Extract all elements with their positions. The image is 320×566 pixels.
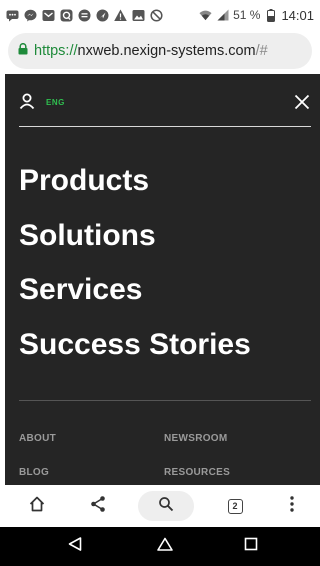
clock: 14:01: [281, 7, 314, 23]
lock-icon: [18, 43, 28, 59]
url-path: /#: [255, 43, 268, 59]
messenger-icon: [24, 9, 37, 22]
navigation-icon: [96, 9, 109, 22]
message-icon: [78, 9, 91, 22]
notification-icons: [6, 8, 163, 22]
language-switch[interactable]: ENG: [46, 98, 65, 107]
link-resources[interactable]: RESOURCES: [164, 467, 230, 478]
back-icon: [67, 536, 83, 557]
back-button[interactable]: [60, 527, 90, 566]
home-nav-button[interactable]: [150, 527, 180, 566]
menu-item-products[interactable]: Products: [19, 154, 251, 209]
image-icon: [132, 9, 145, 22]
wifi-icon: [199, 9, 212, 22]
link-about[interactable]: ABOUT: [19, 433, 56, 444]
url-text: https://nxweb.nexign-systems.com/#: [34, 43, 268, 59]
menu-items: Products Solutions Services Success Stor…: [19, 154, 251, 372]
user-icon[interactable]: [19, 93, 35, 110]
signal-icon: [216, 9, 229, 22]
warning-icon: [114, 9, 127, 22]
url-host: nxweb.nexign-systems.com: [77, 43, 256, 59]
close-icon[interactable]: [294, 94, 310, 110]
home-nav-icon: [156, 536, 174, 557]
mail-icon: [42, 9, 55, 22]
menu-item-success-stories[interactable]: Success Stories: [19, 318, 251, 373]
home-button[interactable]: [22, 485, 52, 527]
url-scheme: https://: [34, 43, 78, 59]
search-icon: [158, 496, 174, 517]
battery-percent: 51 %: [233, 8, 261, 22]
menu-item-solutions[interactable]: Solutions: [19, 209, 251, 264]
search-button[interactable]: [138, 491, 194, 521]
share-button[interactable]: [83, 485, 113, 527]
blocked-icon: [150, 8, 163, 22]
more-vertical-icon: [290, 495, 294, 517]
more-options-button[interactable]: [282, 485, 302, 527]
address-bar[interactable]: https://nxweb.nexign-systems.com/#: [8, 33, 312, 69]
menu-item-services[interactable]: Services: [19, 263, 251, 318]
browser-toolbar: 2: [0, 485, 320, 527]
home-icon: [28, 495, 46, 518]
status-indicators: 51 % 14:01: [199, 8, 314, 23]
link-blog[interactable]: BLOG: [19, 467, 49, 478]
tab-count: 2: [227, 498, 243, 514]
chat-icon: [6, 9, 19, 22]
menu-divider: [19, 126, 311, 127]
address-bar-container: https://nxweb.nexign-systems.com/#: [0, 30, 320, 72]
link-newsroom[interactable]: NEWSROOM: [164, 433, 228, 444]
recents-icon: [244, 537, 258, 556]
recents-button[interactable]: [236, 527, 266, 566]
battery-icon: [264, 8, 277, 22]
app-icon: [60, 9, 73, 22]
tabs-button[interactable]: 2: [222, 485, 248, 527]
navigation-menu: ENG Products Solutions Services Success …: [5, 74, 320, 485]
system-navigation-bar: [0, 527, 320, 566]
status-bar: 51 % 14:01: [0, 0, 320, 30]
links-divider: [19, 400, 311, 401]
menu-header: ENG: [5, 74, 320, 128]
share-icon: [89, 495, 107, 518]
